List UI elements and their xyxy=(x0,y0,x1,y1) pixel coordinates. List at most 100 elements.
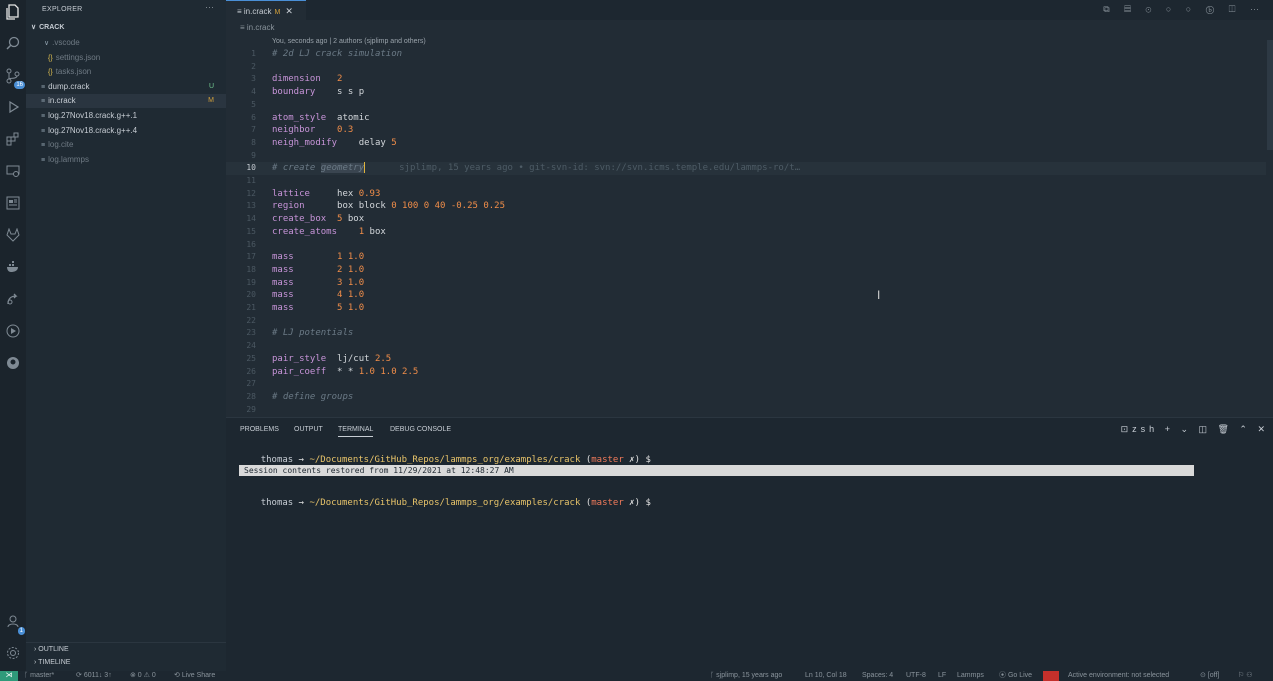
cursor-position[interactable]: Ln 10, Col 18 xyxy=(805,671,847,681)
code-line[interactable]: 20 mass 4 1.0 xyxy=(226,289,1266,302)
line-number: 13 xyxy=(246,201,256,211)
code-line[interactable]: 15 create_atoms 1 box xyxy=(226,226,1266,239)
code-line[interactable]: 3 dimension 2 xyxy=(226,73,1266,86)
warning-icon[interactable] xyxy=(1043,671,1059,681)
explorer-sidebar: EXPLORER ··· ∨ CRACK ∨ .vscode{} settings.j… xyxy=(26,0,226,671)
code-line[interactable]: 17 mass 1 1.0 xyxy=(226,251,1266,264)
code-line[interactable]: 21 mass 5 1.0 xyxy=(226,302,1266,315)
file-item[interactable]: ∨ .vscode xyxy=(26,36,226,50)
panel-tab-problems[interactable]: PROBLEMS xyxy=(240,426,279,433)
file-icon: ≡ xyxy=(41,127,46,135)
code-line[interactable]: 26 pair_coeff * * 1.0 1.0 2.5 xyxy=(226,366,1266,379)
scm-badge: 16 xyxy=(14,81,25,89)
code-token: 0 100 0 40 -0.25 0.25 xyxy=(391,201,506,212)
github-icon[interactable] xyxy=(4,356,22,374)
account-badge: 1 xyxy=(17,627,25,635)
more-actions-icon[interactable]: ··· xyxy=(205,2,214,12)
code-line[interactable]: 9 xyxy=(226,150,1266,163)
search-icon[interactable] xyxy=(4,36,22,54)
file-item[interactable]: {} tasks.json xyxy=(26,65,226,79)
line-number: 8 xyxy=(251,137,256,147)
live-share-icon[interactable] xyxy=(4,292,22,310)
json-icon: {} xyxy=(48,54,53,62)
outline-section[interactable]: › OUTLINE xyxy=(26,642,226,656)
code-content: atom_style atomic xyxy=(272,112,370,125)
encoding[interactable]: UTF-8 xyxy=(906,671,926,681)
code-line[interactable]: 7 neighbor 0.3 xyxy=(226,124,1266,137)
code-line[interactable]: 4 boundary s s p xyxy=(226,86,1266,99)
breadcrumb[interactable]: ≡ in.crack xyxy=(240,23,274,32)
editor-actions[interactable]: ⧉ ▤ ⊙ ○ ○ ⓑ ◫ ⋯ xyxy=(1103,4,1265,15)
code-line[interactable]: 16 xyxy=(226,239,1266,252)
code-line[interactable]: 2 xyxy=(226,61,1266,74)
gear-icon[interactable] xyxy=(4,646,22,664)
code-line[interactable]: 29 xyxy=(226,404,1266,417)
gitlab-icon[interactable] xyxy=(4,227,22,246)
file-item[interactable]: ≡ log.lammps xyxy=(26,153,226,167)
branch-status[interactable]: ᚴ master* xyxy=(24,671,54,681)
code-content: lattice hex 0.93 xyxy=(272,188,380,201)
tab-in-crack[interactable]: ≡ in.crack M ✕ xyxy=(226,0,306,20)
timeline-section[interactable]: › TIMELINE xyxy=(26,656,226,670)
code-line[interactable]: 23 # LJ potentials xyxy=(226,327,1266,340)
python-env[interactable]: Active environment: not selected xyxy=(1068,671,1169,681)
file-item[interactable]: ≡ dump.crack U xyxy=(26,80,226,94)
code-line[interactable]: 10 # create geometry sjplimp, 15 years ago… xyxy=(226,162,1266,175)
code-line[interactable]: 19 mass 3 1.0 xyxy=(226,277,1266,290)
file-item[interactable]: ≡ log.27Nov18.crack.g++.4 xyxy=(26,124,226,138)
file-item[interactable]: ≡ log.27Nov18.crack.g++.1 xyxy=(26,109,226,123)
code-token: 5 xyxy=(391,137,397,148)
file-item[interactable]: ≡ log.cite xyxy=(26,138,226,152)
code-line[interactable]: 28 # define groups xyxy=(226,391,1266,404)
code-line[interactable]: 6 atom_style atomic xyxy=(226,112,1266,125)
extensions-icon[interactable] xyxy=(4,132,22,150)
docker-icon[interactable] xyxy=(4,260,22,278)
blame-status[interactable]: ᚴ sjplimp, 15 years ago xyxy=(710,671,782,681)
code-line[interactable]: 14 create_box 5 box xyxy=(226,213,1266,226)
code-line[interactable]: 1 # 2d LJ crack simulation xyxy=(226,48,1266,61)
close-icon[interactable]: ✕ xyxy=(285,6,293,16)
sync-status[interactable]: ⟳ 6011↓ 3↑ xyxy=(76,671,112,681)
live-share-status[interactable]: ⟲ Live Share xyxy=(174,671,215,681)
code-token: s s p xyxy=(315,87,365,98)
panel-tab-output[interactable]: OUTPUT xyxy=(294,426,323,433)
blame-header[interactable]: You, seconds ago | 2 authors (sjplimp an… xyxy=(272,38,426,45)
code-line[interactable]: 18 mass 2 1.0 xyxy=(226,264,1266,277)
remote-explorer-icon[interactable] xyxy=(4,164,22,182)
terminal-prompt-2[interactable]: thomas → ~/Documents/GitHub_Repos/lammps… xyxy=(239,488,651,518)
file-item[interactable]: ≡ in.crack M xyxy=(26,94,226,109)
code-line[interactable]: 25 pair_style lj/cut 2.5 xyxy=(226,353,1266,366)
code-line[interactable]: 11 xyxy=(226,175,1266,188)
indentation[interactable]: Spaces: 4 xyxy=(862,671,893,681)
panel-actions[interactable]: ⊡zsh + ⌄ ◫ 🗑 ⌃ ✕ xyxy=(1121,424,1269,435)
remote-icon[interactable]: ⋊ xyxy=(0,671,18,681)
go-live[interactable]: ⦿ Go Live xyxy=(999,671,1032,681)
code-line[interactable]: 12 lattice hex 0.93 xyxy=(226,188,1266,201)
files-icon[interactable] xyxy=(4,4,22,22)
file-item[interactable]: {} settings.json xyxy=(26,51,226,65)
code-line[interactable]: 13 region box block 0 100 0 40 -0.25 0.25 xyxy=(226,200,1266,213)
preview-icon[interactable] xyxy=(4,196,22,214)
panel-tab-terminal[interactable]: TERMINAL xyxy=(338,426,374,437)
source-control-icon[interactable]: 16 xyxy=(4,68,25,89)
account-icon[interactable]: 1 xyxy=(4,614,25,635)
code-line[interactable]: 22 xyxy=(226,315,1266,328)
folder-root[interactable]: ∨ CRACK xyxy=(26,21,226,35)
scrollbar[interactable] xyxy=(1267,40,1273,150)
panel-tab-debug-console[interactable]: DEBUG CONSOLE xyxy=(390,426,451,433)
code-token: mass xyxy=(272,290,294,301)
code-line[interactable]: 8 neigh_modify delay 5 xyxy=(226,137,1266,150)
feedback-icon[interactable]: ⚐ ⚇ xyxy=(1238,671,1253,681)
code-line[interactable]: 27 xyxy=(226,378,1266,391)
code-line[interactable]: 24 xyxy=(226,340,1266,353)
problems-status[interactable]: ⊗ 0 ⚠ 0 xyxy=(130,671,156,681)
off-status[interactable]: ⊙ [off] xyxy=(1200,671,1219,681)
code-line[interactable]: 5 xyxy=(226,99,1266,112)
run-debug-icon[interactable] xyxy=(4,100,22,118)
eol[interactable]: LF xyxy=(938,671,946,681)
run-icon[interactable] xyxy=(4,324,22,342)
language-mode[interactable]: Lammps xyxy=(957,671,984,681)
